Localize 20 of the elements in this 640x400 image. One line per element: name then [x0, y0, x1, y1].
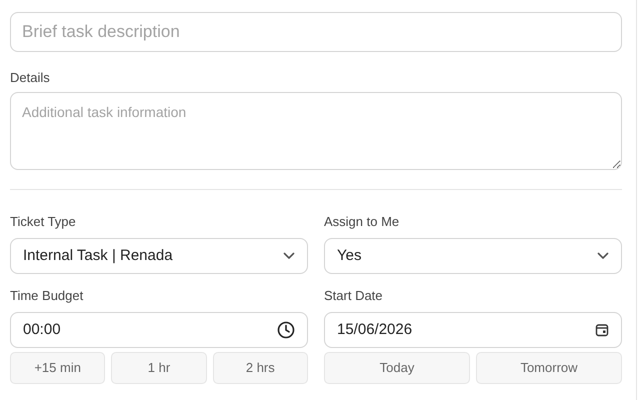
- select-field[interactable]: Internal Task | Renada: [10, 238, 308, 274]
- field-label: Start Date: [324, 288, 384, 304]
- preset-button[interactable]: 1 hr: [111, 352, 207, 384]
- chevron-down-icon: [597, 252, 609, 260]
- details-label: Details: [10, 70, 51, 86]
- select-field[interactable]: Yes: [324, 238, 622, 274]
- field-label: Assign to Me: [324, 214, 400, 230]
- input-field[interactable]: 15/06/2026: [324, 312, 622, 348]
- summary-input[interactable]: Brief task description: [10, 12, 622, 52]
- field-label: Time Budget: [10, 288, 84, 304]
- input-field[interactable]: 00:00: [10, 312, 308, 348]
- calendar-icon: [595, 323, 609, 337]
- field-label: Ticket Type: [10, 214, 77, 230]
- preset-button[interactable]: +15 min: [10, 352, 106, 384]
- clock-icon: [277, 321, 295, 339]
- details-textarea[interactable]: Additional task information: [10, 92, 622, 170]
- chevron-down-icon: [283, 252, 295, 260]
- preset-button[interactable]: Tomorrow: [476, 352, 622, 384]
- preset-button[interactable]: Today: [324, 352, 470, 384]
- preset-button[interactable]: 2 hrs: [212, 352, 308, 384]
